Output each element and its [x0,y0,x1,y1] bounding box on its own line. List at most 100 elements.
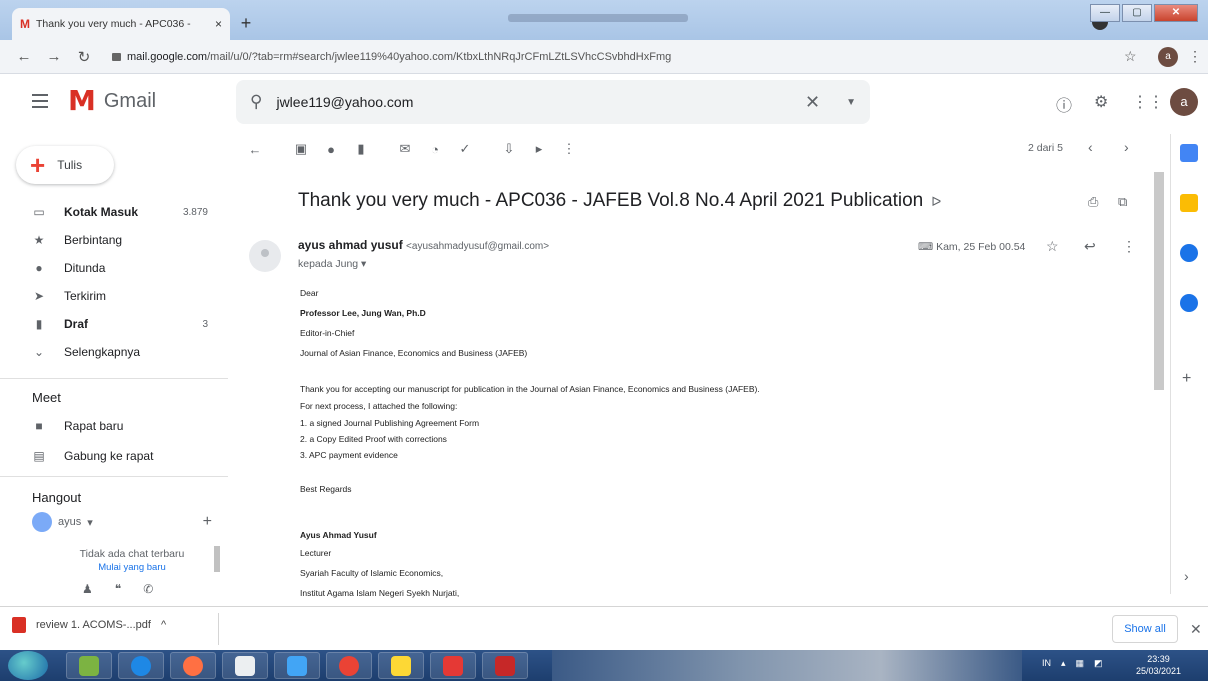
account-avatar[interactable]: a [1170,88,1198,116]
nav-sent[interactable]: ➤ Terkirim [0,282,222,310]
bookmark-star-icon[interactable]: ☆ [1124,48,1137,65]
chevron-up-icon[interactable]: ^ [161,619,166,631]
nav-snoozed[interactable]: ● Ditunda [0,254,222,282]
add-to-tasks-icon[interactable]: ✓ [450,141,480,157]
message-scrollbar[interactable] [1154,172,1164,390]
download-bar: review 1. ACOMS-...pdf ^ Show all ✕ [0,606,1208,650]
search-bar[interactable]: ⚲ jwlee119@yahoo.com ✕ ▼ [236,80,870,124]
language-indicator[interactable]: IN [1042,658,1051,669]
gmail-logo[interactable]: M Gmail [68,86,156,116]
settings-gear-icon[interactable]: ⚙ [1094,92,1108,112]
apps-grid-icon[interactable]: ⋮⋮ [1132,92,1164,112]
body-line: Professor Lee, Jung Wan, Ph.D [300,308,426,318]
body-line: Thank you for accepting our manuscript f… [300,384,760,394]
address-bar[interactable]: mail.google.com/mail/u/0/?tab=rm#search/… [104,46,1140,68]
url-host: mail.google.com [127,51,208,63]
contacts-icon[interactable] [1180,294,1198,312]
report-spam-icon[interactable]: ● [316,142,346,157]
show-side-panel-icon[interactable]: › [1184,568,1189,584]
newer-chevron-icon[interactable]: ‹ [1088,139,1093,155]
tray-arrow-icon[interactable]: ▴ [1061,658,1066,669]
email-subject: Thank you very much - APC036 - JAFEB Vol… [298,190,941,212]
body-line: For next process, I attached the followi… [300,401,458,411]
message-more-icon[interactable]: ⋮ [1122,238,1136,255]
nav-starred[interactable]: ★ Berbintang [0,226,222,254]
add-chat-icon[interactable]: + [203,513,212,531]
search-options-icon[interactable]: ▼ [846,97,856,108]
divider [218,613,219,645]
taskbar-acrobat[interactable] [482,652,528,679]
recipient-line[interactable]: kepada Jung ▾ [298,258,366,270]
browser-menu-icon[interactable]: ⋮ [1188,48,1202,65]
person-icon[interactable]: ♟ [82,582,93,596]
phone-icon[interactable]: ✆ [143,582,153,596]
get-addons-icon[interactable]: + [1182,370,1191,388]
snooze-icon[interactable]: ◔ [420,142,450,157]
calendar-icon[interactable] [1180,144,1198,162]
keep-icon[interactable] [1180,194,1198,212]
meet-join-meeting[interactable]: ▤ Gabung ke rapat [0,442,222,470]
taskbar-explorer[interactable] [378,652,424,679]
window-close-button[interactable]: ✕ [1154,4,1198,22]
taskbar-calendar[interactable] [222,652,268,679]
browser-avatar[interactable]: a [1158,47,1178,67]
taskbar-app-x[interactable] [430,652,476,679]
minimize-button[interactable]: — [1090,4,1120,22]
tab-close-icon[interactable]: × [215,17,222,31]
start-new-link[interactable]: Mulai yang baru [52,562,212,573]
hangout-user[interactable]: ayus ▾ + [32,512,212,532]
move-to-icon[interactable]: ⇩ [494,141,524,157]
nav-inbox[interactable]: ▭ Kotak Masuk 3.879 [0,198,222,226]
taskbar-firefox[interactable] [170,652,216,679]
chat-scrollbar[interactable] [214,546,220,572]
maximize-button[interactable]: ▢ [1122,4,1152,22]
importance-marker-icon[interactable]: ᐅ [931,194,941,209]
network-icon[interactable]: ▦ [1076,658,1085,669]
nav-label: Selengkapnya [64,345,141,359]
compose-button[interactable]: + Tulis [16,146,114,184]
taskbar-app-1[interactable] [66,652,112,679]
gmail-favicon-icon: M [20,17,30,31]
hangouts-chat-icon[interactable]: ❝ [115,582,121,596]
tasks-icon[interactable] [1180,244,1198,262]
back-to-list-icon[interactable]: ← [240,142,270,157]
print-icon[interactable]: ⎙ [1088,194,1098,210]
more-actions-icon[interactable]: ⋮ [554,141,584,157]
clear-search-icon[interactable]: ✕ [805,92,820,113]
nav-drafts[interactable]: ▮ Draf 3 [0,310,222,338]
delete-icon[interactable]: ▮ [346,141,376,157]
reload-icon[interactable]: ↻ [74,48,94,66]
nav-count: 3.879 [182,206,208,218]
search-icon[interactable]: ⚲ [250,92,262,112]
send-icon: ➤ [33,289,45,303]
back-icon[interactable]: ← [14,48,34,65]
archive-icon[interactable]: ▣ [286,141,316,157]
acrobat-tray-icon[interactable]: ◩ [1094,658,1103,669]
open-new-window-icon[interactable]: ⧉ [1118,194,1127,210]
label-icon[interactable]: ▸ [524,141,554,157]
browser-tab[interactable]: M Thank you very much - APC036 - × [12,8,230,40]
taskbar-word[interactable] [274,652,320,679]
download-item[interactable]: review 1. ACOMS-...pdf ^ [12,617,166,633]
main-menu-icon[interactable] [32,94,48,112]
start-button[interactable] [8,651,48,680]
system-clock[interactable]: 23:39 25/03/2021 [1136,653,1181,677]
video-icon: ■ [35,419,43,433]
sender-line: ayus ahmad yusuf <ayusahmadyusuf@gmail.c… [298,238,549,252]
reply-icon[interactable]: ↩ [1084,238,1096,255]
nav-more[interactable]: ⌄ Selengkapnya [0,338,222,366]
system-tray: IN ▴ ▦ ◩ [1042,658,1103,669]
search-input[interactable]: jwlee119@yahoo.com [276,94,791,110]
nav-label: Ditunda [64,261,106,275]
meet-new-meeting[interactable]: ■ Rapat baru [0,412,222,440]
mark-unread-icon[interactable]: ✉ [390,141,420,157]
older-chevron-icon[interactable]: › [1124,139,1129,155]
forward-icon[interactable]: → [44,48,64,65]
taskbar-app-2[interactable] [118,652,164,679]
help-icon[interactable]: ⓘ [1056,92,1072,116]
new-tab-button[interactable]: + [234,12,258,36]
close-download-bar-icon[interactable]: ✕ [1190,621,1202,638]
show-all-button[interactable]: Show all [1112,615,1178,643]
star-message-icon[interactable]: ☆ [1046,238,1059,255]
taskbar-chrome[interactable] [326,652,372,679]
